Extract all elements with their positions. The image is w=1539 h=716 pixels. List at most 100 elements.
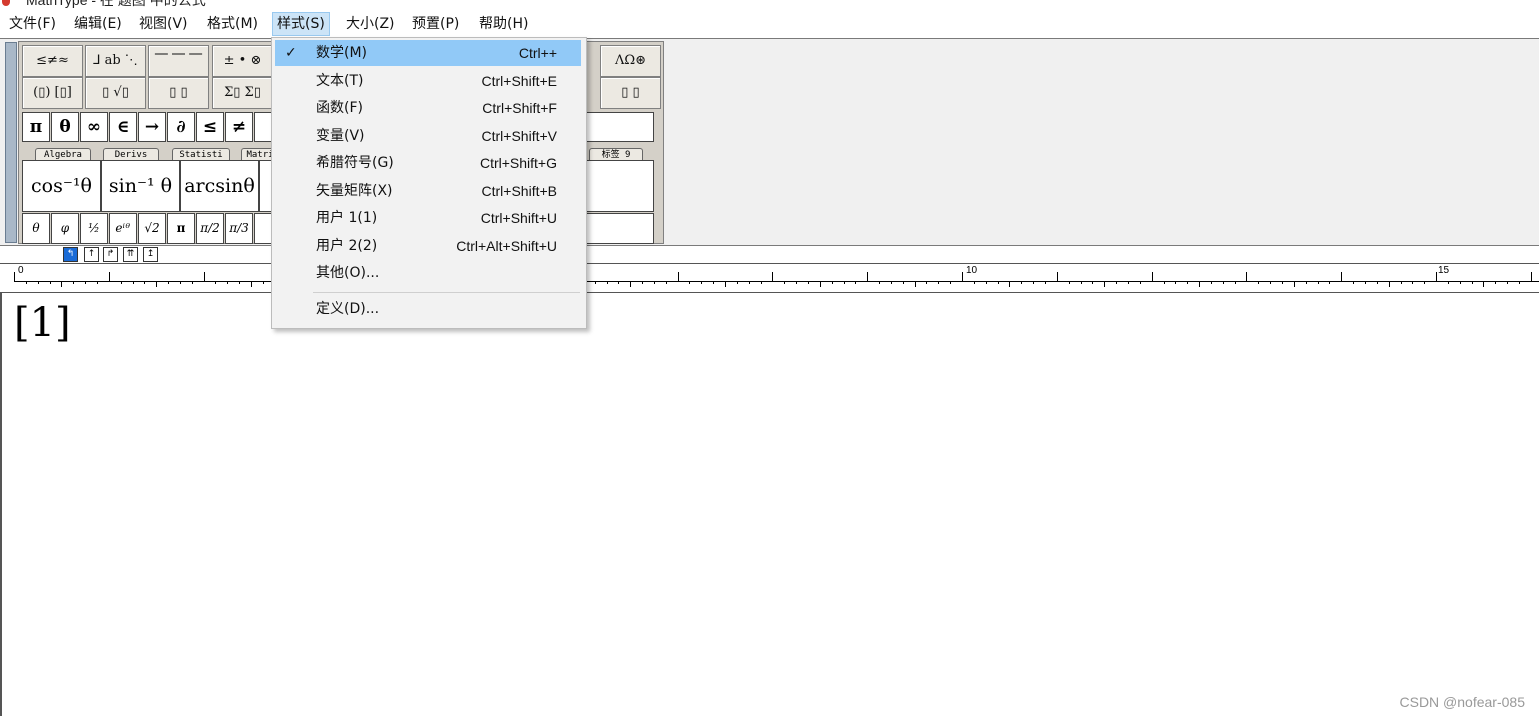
symbol-pi[interactable]: π (22, 112, 50, 142)
palette-spaces[interactable]: ⅃ ab ⋱ (85, 45, 146, 77)
nudge-top-icon[interactable]: ↥ (143, 247, 158, 262)
ruler-tick (725, 281, 726, 287)
ruler-tick (1258, 281, 1260, 284)
menu-item-shortcut: Ctrl+Shift+U (480, 210, 557, 226)
menu-item-label: 用户 2(2) (316, 238, 378, 254)
template-arcsin[interactable]: arcsinθ (180, 160, 259, 212)
style-menu-item-vector-matrix[interactable]: 矢量矩阵(X) Ctrl+Shift+B (275, 178, 581, 204)
ruler-tick (239, 281, 241, 284)
small-slot-right[interactable] (584, 213, 654, 244)
palette-operators[interactable]: ± • ⊗ (212, 45, 273, 77)
style-menu-item-define[interactable]: 定义(D)... (275, 296, 581, 322)
ruler-tick (1199, 281, 1200, 287)
ruler-tick (807, 281, 809, 284)
ruler-tick (1056, 272, 1058, 282)
small-pi[interactable]: π (167, 213, 195, 244)
palette-greek-upper[interactable]: ΛΩ⊛ (600, 45, 661, 77)
ruler-tick (251, 281, 252, 287)
nudge-upright-icon[interactable]: ↱ (103, 247, 118, 262)
menu-item-label: 定义(D)... (316, 301, 380, 317)
symbol-slot-right[interactable] (584, 112, 654, 142)
menu-item-shortcut: Ctrl+Alt+Shift+U (456, 238, 557, 254)
ruler-tick (1045, 281, 1046, 284)
ruler-tick (227, 281, 229, 284)
ruler-tick (689, 281, 691, 284)
palette-subscripts[interactable]: ▯ ▯ (148, 77, 209, 109)
menu-file[interactable]: 文件(F) (5, 13, 60, 35)
template-arcsin-power[interactable]: sin⁻¹ θ (101, 160, 180, 212)
palette-relations[interactable]: ≤≠≈ (22, 45, 83, 77)
ruler-tick (879, 281, 880, 284)
style-menu-item-math[interactable]: ✓ 数学(M) Ctrl++ (275, 40, 581, 66)
menu-size[interactable]: 大小(Z) (342, 13, 399, 35)
symbol-theta[interactable]: θ (51, 112, 79, 142)
ruler-tick (1388, 281, 1390, 287)
small-half[interactable]: ½ (80, 213, 108, 244)
symbol-arrow[interactable]: → (138, 112, 166, 142)
palette-matrices[interactable]: ▯ ▯ (600, 77, 661, 109)
ruler-tick (855, 281, 857, 284)
symbol-infinity[interactable]: ∞ (80, 112, 108, 142)
palette-fractions-radicals[interactable]: ▯ √▯ (85, 77, 146, 109)
style-menu-item-function[interactable]: 函数(F) Ctrl+Shift+F (275, 95, 581, 121)
symbol-neq[interactable]: ≠ (225, 112, 253, 142)
ruler-tick (1305, 281, 1307, 284)
palette-embellishments[interactable]: ⎺ ⎺ ⎺ (148, 45, 209, 77)
template-slot-right[interactable] (584, 160, 654, 212)
menu-edit[interactable]: 编辑(E) (70, 13, 126, 35)
ruler-tick (1376, 281, 1378, 284)
style-menu-item-greek[interactable]: 希腊符号(G) Ctrl+Shift+G (275, 150, 581, 176)
style-menu-item-user2[interactable]: 用户 2(2) Ctrl+Alt+Shift+U (275, 233, 581, 259)
nudge-up-icon[interactable]: ↑ (84, 247, 99, 262)
ruler-tick (262, 281, 264, 284)
small-exp[interactable]: eⁱᶿ (109, 213, 137, 244)
ruler-tick (1400, 281, 1402, 284)
equation-content[interactable]: [1] (14, 301, 71, 345)
menu-preferences[interactable]: 预置(P) (408, 13, 463, 35)
style-menu-item-variable[interactable]: 变量(V) Ctrl+Shift+V (275, 123, 581, 149)
ruler-tick (1116, 281, 1117, 284)
symbol-element-of[interactable]: ∈ (109, 112, 137, 142)
ruler-tick (1068, 281, 1070, 284)
toolbar-grip[interactable] (5, 42, 17, 243)
palette-summations[interactable]: Σ▯ Σ▯ (212, 77, 273, 109)
menu-item-label: 文本(T) (316, 73, 364, 89)
menu-style[interactable]: 样式(S) (272, 12, 330, 36)
menu-view[interactable]: 视图(V) (135, 13, 192, 35)
ruler-tick (890, 281, 892, 284)
style-menu-item-user1[interactable]: 用户 1(1) Ctrl+Shift+U (275, 205, 581, 231)
equation-editor[interactable]: [1] (0, 293, 1539, 716)
small-pi-third[interactable]: π/3 (225, 213, 253, 244)
style-menu-item-text[interactable]: 文本(T) Ctrl+Shift+E (275, 68, 581, 94)
menu-item-shortcut: Ctrl+Shift+G (479, 155, 557, 171)
ruler-tick (642, 281, 643, 284)
menu-item-shortcut: Ctrl+Shift+F (482, 100, 557, 116)
small-phi[interactable]: φ (51, 213, 79, 244)
small-theta[interactable]: θ (22, 213, 50, 244)
nudge-left-icon[interactable]: ↰ (63, 247, 78, 262)
menu-item-label: 希腊符号(G) (316, 155, 394, 171)
small-sqrt2[interactable]: √2 (138, 213, 166, 244)
ruler-tick (950, 281, 952, 284)
ruler-tick (120, 281, 122, 284)
style-menu-item-other[interactable]: 其他(O)... (275, 260, 581, 286)
ruler-tick (25, 281, 27, 284)
symbol-leq[interactable]: ≤ (196, 112, 224, 142)
ruler-tick (1530, 272, 1532, 282)
ruler-tick (1293, 281, 1295, 287)
ruler-label-10: 10 (966, 265, 978, 276)
ruler-tick (1329, 281, 1331, 284)
ruler-tick (665, 281, 667, 284)
template-arccos[interactable]: cos⁻¹θ (22, 160, 101, 212)
menu-format[interactable]: 格式(M) (203, 13, 262, 35)
ruler-tick (1507, 281, 1509, 284)
small-pi-half[interactable]: π/2 (196, 213, 224, 244)
ruler-tick (1424, 281, 1426, 284)
symbol-partial[interactable]: ∂ (167, 112, 195, 142)
nudge-double-up-icon[interactable]: ⇈ (123, 247, 138, 262)
palette-fences[interactable]: (▯) [▯] (22, 77, 83, 109)
ruler-tick (973, 281, 975, 284)
menu-help[interactable]: 帮助(H) (475, 13, 532, 35)
ruler-tick (1127, 281, 1129, 284)
ruler-tick (1187, 281, 1189, 284)
